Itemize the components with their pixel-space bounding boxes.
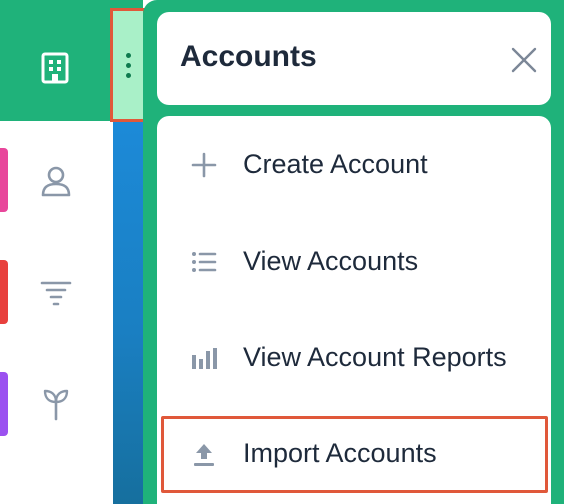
sprout-icon[interactable] xyxy=(38,386,74,422)
kebab-dot xyxy=(125,62,131,68)
module-tab-opportunities xyxy=(0,372,8,436)
menu-item-label[interactable]: View Accounts xyxy=(243,246,418,277)
menu-item-label[interactable]: Create Account xyxy=(243,149,428,180)
module-tab-contacts xyxy=(0,148,8,212)
module-tab-leads xyxy=(0,260,8,324)
close-icon[interactable] xyxy=(508,44,540,76)
kebab-menu-button[interactable] xyxy=(110,8,146,122)
import-accounts-highlight xyxy=(161,416,548,493)
color-strip xyxy=(113,121,143,504)
contact-icon[interactable] xyxy=(38,163,74,199)
funnel-icon[interactable] xyxy=(38,275,74,311)
building-icon[interactable] xyxy=(40,52,70,84)
kebab-dot xyxy=(125,72,131,78)
menu-item-label[interactable]: View Account Reports xyxy=(243,342,507,373)
list-icon xyxy=(190,249,218,275)
plus-icon xyxy=(190,151,218,179)
kebab-dot xyxy=(125,52,131,58)
menu-title: Accounts xyxy=(180,40,317,73)
bar-chart-icon xyxy=(190,345,218,371)
